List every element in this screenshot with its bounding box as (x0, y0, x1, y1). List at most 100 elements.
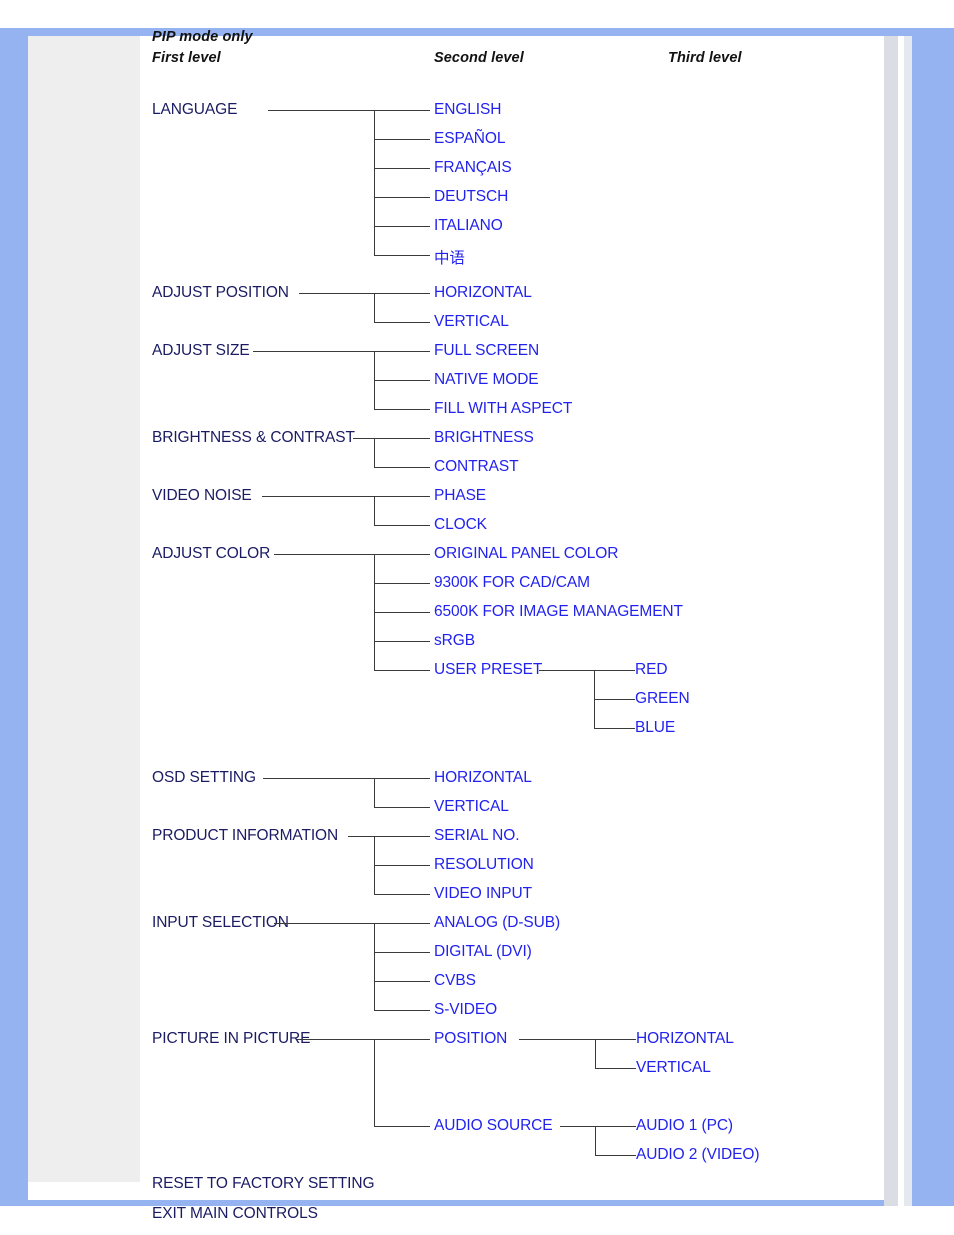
tree-line-h (374, 168, 430, 169)
menu-item-digital-dvi[interactable]: DIGITAL (DVI) (434, 943, 532, 961)
menu-item-osd-horizontal[interactable]: HORIZONTAL (434, 769, 532, 787)
menu-item-picture-in-picture[interactable]: PICTURE IN PICTURE (152, 1030, 310, 1048)
tree-line-h (374, 894, 430, 895)
menu-item-pip-position-horizontal[interactable]: HORIZONTAL (636, 1030, 734, 1048)
tree-line-h (274, 923, 374, 924)
tree-line-h (595, 1126, 636, 1127)
tree-line-h (374, 197, 430, 198)
tree-line-h (262, 496, 374, 497)
menu-item-position-vertical[interactable]: VERTICAL (434, 313, 509, 331)
menu-item-osd-setting[interactable]: OSD SETTING (152, 769, 256, 787)
menu-item-brightness[interactable]: BRIGHTNESS (434, 429, 534, 447)
menu-item-pip-audio-source[interactable]: AUDIO SOURCE (434, 1117, 553, 1135)
menu-item-original-panel-color[interactable]: ORIGINAL PANEL COLOR (434, 545, 618, 563)
menu-item-francais[interactable]: FRANÇAIS (434, 159, 512, 177)
menu-item-phase[interactable]: PHASE (434, 487, 486, 505)
menu-item-adjust-color[interactable]: ADJUST COLOR (152, 545, 270, 563)
menu-item-video-input[interactable]: VIDEO INPUT (434, 885, 532, 903)
menu-item-osd-vertical[interactable]: VERTICAL (434, 798, 509, 816)
menu-item-brightness-and-contrast[interactable]: BRIGHTNESS & CONTRAST (152, 429, 355, 447)
menu-item-serial-no[interactable]: SERIAL NO. (434, 827, 520, 845)
tree-line-h (374, 952, 430, 953)
tree-line-h (374, 380, 430, 381)
tree-line-h (374, 923, 430, 924)
tree-line-h (595, 1068, 636, 1069)
tree-line-h (263, 778, 374, 779)
menu-item-product-information[interactable]: PRODUCT INFORMATION (152, 827, 338, 845)
menu-item-analog-dsub[interactable]: ANALOG (D-SUB) (434, 914, 560, 932)
menu-item-contrast[interactable]: CONTRAST (434, 458, 519, 476)
menu-item-position-horizontal[interactable]: HORIZONTAL (434, 284, 532, 302)
tree-line-h (374, 583, 430, 584)
tree-line-h (374, 1126, 430, 1127)
tree-line-h (374, 139, 430, 140)
menu-item-red[interactable]: RED (635, 661, 668, 679)
menu-item-audio-1-pc[interactable]: AUDIO 1 (PC) (636, 1117, 733, 1135)
menu-item-chinese[interactable]: 中语 (434, 246, 465, 268)
tree-line-h (374, 836, 430, 837)
menu-item-fill-with-aspect[interactable]: FILL WITH ASPECT (434, 400, 572, 418)
menu-item-cvbs[interactable]: CVBS (434, 972, 476, 990)
menu-item-input-selection[interactable]: INPUT SELECTION (152, 914, 289, 932)
tree-line-h (374, 110, 430, 111)
menu-item-audio-2-video[interactable]: AUDIO 2 (VIDEO) (636, 1146, 759, 1164)
menu-item-srgb[interactable]: sRGB (434, 632, 475, 650)
tree-line-h (253, 351, 374, 352)
column-header-first-level: First level (152, 50, 221, 66)
tree-line-h (374, 1010, 430, 1011)
menu-item-video-noise[interactable]: VIDEO NOISE (152, 487, 252, 505)
menu-item-english[interactable]: ENGLISH (434, 101, 501, 119)
tree-line-h (374, 807, 430, 808)
tree-line-h (374, 467, 430, 468)
tree-line-h (374, 778, 430, 779)
menu-item-adjust-size[interactable]: ADJUST SIZE (152, 342, 250, 360)
tree-line-h (594, 699, 635, 700)
menu-item-pip-position[interactable]: POSITION (434, 1030, 507, 1048)
osd-menu-tree-diagram: PIP mode only First level Second level T… (0, 0, 954, 1235)
tree-line-h (560, 1126, 595, 1127)
tree-line-h (374, 255, 430, 256)
menu-item-s-video[interactable]: S-VIDEO (434, 1001, 497, 1019)
tree-line-h (374, 496, 430, 497)
tree-line-h (374, 438, 430, 439)
menu-item-user-preset[interactable]: USER PRESET (434, 661, 542, 679)
menu-item-adjust-position[interactable]: ADJUST POSITION (152, 284, 289, 302)
tree-line-h (374, 1039, 430, 1040)
tree-line-h (274, 554, 374, 555)
tree-line-h (374, 554, 430, 555)
column-header-second-level: Second level (434, 50, 524, 66)
pip-mode-note: PIP mode only (152, 29, 253, 45)
tree-line-h (595, 1039, 636, 1040)
tree-line-v (374, 438, 375, 467)
tree-line-h (374, 641, 430, 642)
tree-line-h (374, 612, 430, 613)
menu-item-resolution[interactable]: RESOLUTION (434, 856, 534, 874)
tree-line-v (595, 1039, 596, 1068)
menu-item-espanol[interactable]: ESPAÑOL (434, 130, 505, 148)
tree-line-v (374, 778, 375, 807)
menu-item-exit-main-controls[interactable]: EXIT MAIN CONTROLS (152, 1205, 318, 1223)
tree-line-h (353, 438, 374, 439)
tree-line-h (297, 1039, 374, 1040)
menu-item-6500k-image-management[interactable]: 6500K FOR IMAGE MANAGEMENT (434, 603, 683, 621)
menu-item-italiano[interactable]: ITALIANO (434, 217, 503, 235)
menu-item-blue[interactable]: BLUE (635, 719, 675, 737)
tree-line-v (374, 293, 375, 322)
tree-line-h (374, 409, 430, 410)
menu-item-full-screen[interactable]: FULL SCREEN (434, 342, 539, 360)
tree-line-h (374, 226, 430, 227)
menu-item-reset-to-factory-setting[interactable]: RESET TO FACTORY SETTING (152, 1175, 375, 1193)
tree-line-h (374, 322, 430, 323)
tree-line-h (374, 865, 430, 866)
tree-line-h (374, 351, 430, 352)
menu-item-deutsch[interactable]: DEUTSCH (434, 188, 508, 206)
menu-item-clock[interactable]: CLOCK (434, 516, 487, 534)
menu-item-green[interactable]: GREEN (635, 690, 690, 708)
menu-item-pip-position-vertical[interactable]: VERTICAL (636, 1059, 711, 1077)
menu-item-9300k-cad-cam[interactable]: 9300K FOR CAD/CAM (434, 574, 590, 592)
menu-item-language[interactable]: LANGUAGE (152, 101, 237, 119)
column-header-third-level: Third level (668, 50, 742, 66)
tree-line-v (374, 496, 375, 525)
menu-item-native-mode[interactable]: NATIVE MODE (434, 371, 539, 389)
tree-line-v (374, 110, 375, 255)
